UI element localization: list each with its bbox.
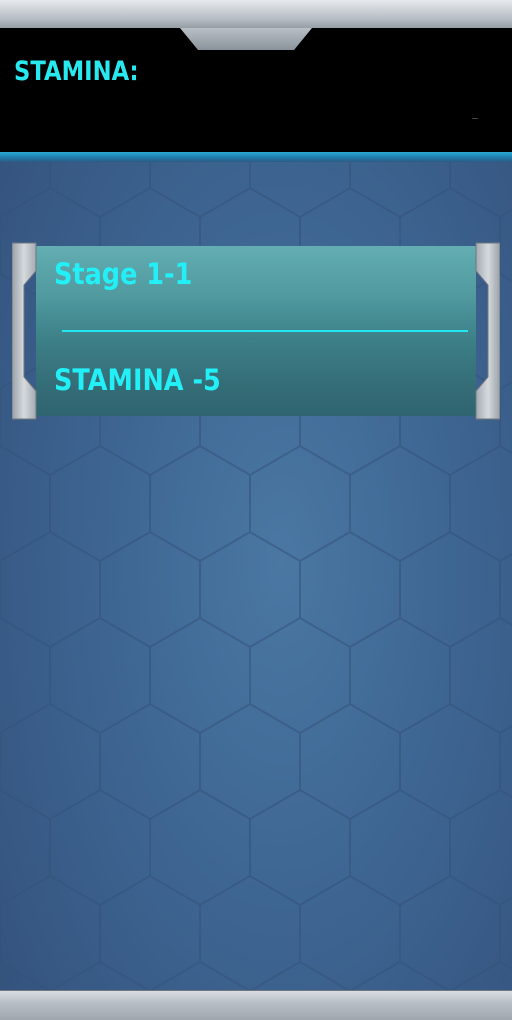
card-left-bracket [12, 242, 37, 420]
header-glow-line [0, 152, 512, 162]
top-metal-frame [0, 0, 512, 30]
card-divider [62, 330, 468, 332]
stamina-label: STAMINA: [14, 56, 139, 87]
header-dot [472, 118, 478, 119]
header-notch [180, 28, 312, 50]
bottom-metal-frame [0, 990, 512, 1020]
stage-card[interactable]: Stage 1-1 STAMINA -5 [12, 241, 500, 421]
card-right-bracket [475, 242, 500, 420]
game-screen: STAMINA: Stage 1-1 STAMINA -5 [0, 0, 512, 1020]
stage-title: Stage 1-1 [54, 257, 193, 291]
stage-stamina-cost: STAMINA -5 [54, 363, 221, 397]
